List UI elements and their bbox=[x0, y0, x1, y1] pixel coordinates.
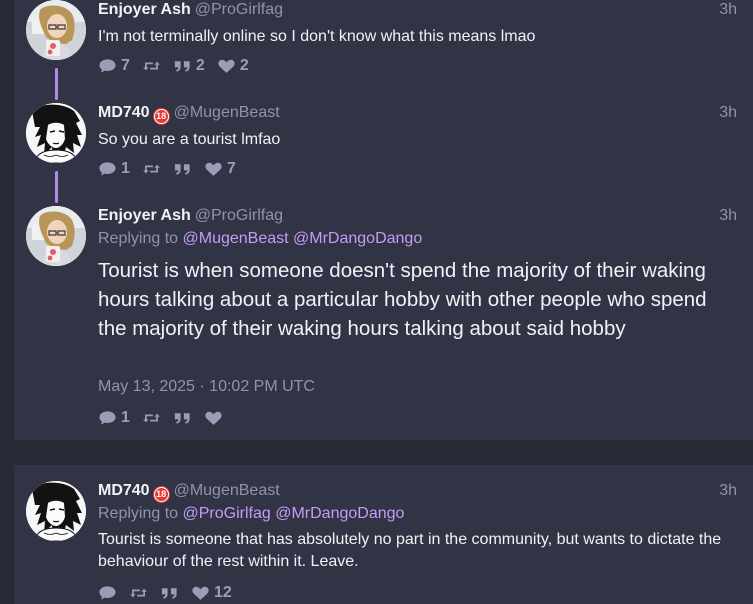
thread-connector bbox=[55, 68, 58, 100]
like-count: 7 bbox=[226, 160, 236, 177]
avatar[interactable] bbox=[26, 103, 86, 163]
avatar[interactable] bbox=[26, 206, 86, 266]
username-handle[interactable]: @ProGirlfag bbox=[195, 1, 283, 18]
reply-panel: MD740 18 @MugenBeast 3h Replying to @ProGi… bbox=[14, 465, 753, 604]
quote-button[interactable] bbox=[173, 410, 192, 426]
post-text: So you are a tourist lmfao bbox=[98, 131, 281, 148]
like-count: 2 bbox=[239, 57, 249, 74]
retweet-button[interactable] bbox=[142, 410, 161, 426]
reply-post[interactable]: MD740 18 @MugenBeast 3h Replying to @ProGi… bbox=[14, 481, 753, 604]
username-handle[interactable]: @MugenBeast bbox=[174, 104, 280, 121]
post-time[interactable]: 3h bbox=[719, 0, 737, 20]
heart-icon bbox=[217, 58, 236, 74]
comment-icon bbox=[98, 58, 117, 74]
replying-label: Replying to bbox=[98, 230, 179, 247]
avatar[interactable] bbox=[26, 0, 86, 60]
post-header: Enjoyer Ash @ProGirlfag 3h bbox=[98, 206, 737, 226]
username-handle[interactable]: @MugenBeast bbox=[174, 482, 280, 499]
post-time[interactable]: 3h bbox=[719, 206, 737, 226]
mention-link[interactable]: @MugenBeast bbox=[183, 230, 289, 247]
post-header: MD740 18 @MugenBeast 3h bbox=[98, 103, 737, 125]
display-name[interactable]: Enjoyer Ash bbox=[98, 1, 191, 18]
retweet-button[interactable] bbox=[142, 161, 161, 177]
heart-icon bbox=[204, 161, 223, 177]
quote-icon bbox=[173, 161, 192, 177]
post-header: Enjoyer Ash @ProGirlfag 3h bbox=[98, 0, 737, 20]
quote-button[interactable]: 2 bbox=[173, 56, 205, 76]
quote-button[interactable] bbox=[173, 161, 192, 177]
reply-button[interactable]: 1 bbox=[98, 159, 130, 179]
post-text: Tourist is someone that has absolutely n… bbox=[98, 531, 722, 570]
reply-count: 1 bbox=[121, 160, 130, 177]
retweet-icon bbox=[142, 58, 161, 74]
replying-label: Replying to bbox=[98, 505, 179, 522]
retweet-icon bbox=[142, 410, 161, 426]
heart-icon bbox=[191, 585, 210, 601]
username-handle[interactable]: @ProGirlfag bbox=[195, 207, 283, 224]
comment-icon bbox=[98, 161, 117, 177]
replying-to: Replying to @MugenBeast @MrDangoDango bbox=[98, 229, 422, 249]
like-button[interactable] bbox=[204, 410, 223, 426]
post-actions: 7 2 2 bbox=[98, 56, 261, 76]
post-header: MD740 18 @MugenBeast 3h bbox=[98, 481, 737, 503]
post-actions: 1 7 bbox=[98, 159, 248, 179]
reply-count: 1 bbox=[121, 409, 130, 426]
quote-icon bbox=[173, 410, 192, 426]
retweet-icon bbox=[129, 585, 148, 601]
heart-icon bbox=[204, 410, 223, 426]
like-count: 12 bbox=[214, 584, 232, 601]
mention-link[interactable]: @ProGirlfag bbox=[183, 505, 271, 522]
post-time[interactable]: 3h bbox=[719, 103, 737, 123]
retweet-icon bbox=[142, 161, 161, 177]
post-time[interactable]: 3h bbox=[719, 481, 737, 501]
post-text: I'm not terminally online so I don't kno… bbox=[98, 28, 536, 45]
display-name[interactable]: Enjoyer Ash bbox=[98, 207, 191, 224]
replying-to: Replying to @ProGirlfag @MrDangoDango bbox=[98, 504, 404, 524]
display-name[interactable]: MD740 bbox=[98, 104, 150, 121]
comment-icon bbox=[98, 585, 117, 601]
display-name[interactable]: MD740 bbox=[98, 482, 150, 499]
avatar[interactable] bbox=[26, 481, 86, 541]
quote-icon bbox=[160, 585, 179, 601]
quote-count: 2 bbox=[195, 57, 205, 74]
thread-post[interactable]: Enjoyer Ash @ProGirlfag 3h I'm not termin… bbox=[14, 0, 753, 102]
post-text: Tourist is when someone doesn't spend th… bbox=[98, 259, 707, 340]
like-button[interactable]: 12 bbox=[191, 583, 232, 603]
post-date[interactable]: May 13, 2025 · 10:02 PM UTC bbox=[98, 377, 315, 397]
age-badge-icon: 18 bbox=[152, 108, 170, 125]
retweet-button[interactable] bbox=[129, 585, 148, 601]
quote-icon bbox=[173, 58, 192, 74]
like-button[interactable]: 2 bbox=[217, 56, 249, 76]
retweet-button[interactable] bbox=[142, 58, 161, 74]
reply-button[interactable]: 1 bbox=[98, 408, 130, 428]
age-badge-icon: 18 bbox=[152, 486, 170, 503]
reply-button[interactable]: 7 bbox=[98, 56, 130, 76]
mention-link[interactable]: @MrDangoDango bbox=[275, 505, 404, 522]
like-button[interactable]: 7 bbox=[204, 159, 236, 179]
thread-post[interactable]: MD740 18 @MugenBeast 3h So you are a touri… bbox=[14, 103, 753, 205]
mention-link[interactable]: @MrDangoDango bbox=[293, 230, 422, 247]
comment-icon bbox=[98, 410, 117, 426]
reply-count: 7 bbox=[121, 57, 130, 74]
main-tweet[interactable]: Enjoyer Ash @ProGirlfag 3h Replying to @M… bbox=[14, 206, 753, 436]
thread-connector bbox=[55, 171, 58, 203]
thread-panel: Enjoyer Ash @ProGirlfag 3h I'm not termin… bbox=[14, 0, 753, 440]
quote-button[interactable] bbox=[160, 585, 179, 601]
reply-button[interactable] bbox=[98, 585, 117, 601]
post-actions: 1 bbox=[98, 408, 235, 428]
post-actions: 12 bbox=[98, 583, 244, 603]
